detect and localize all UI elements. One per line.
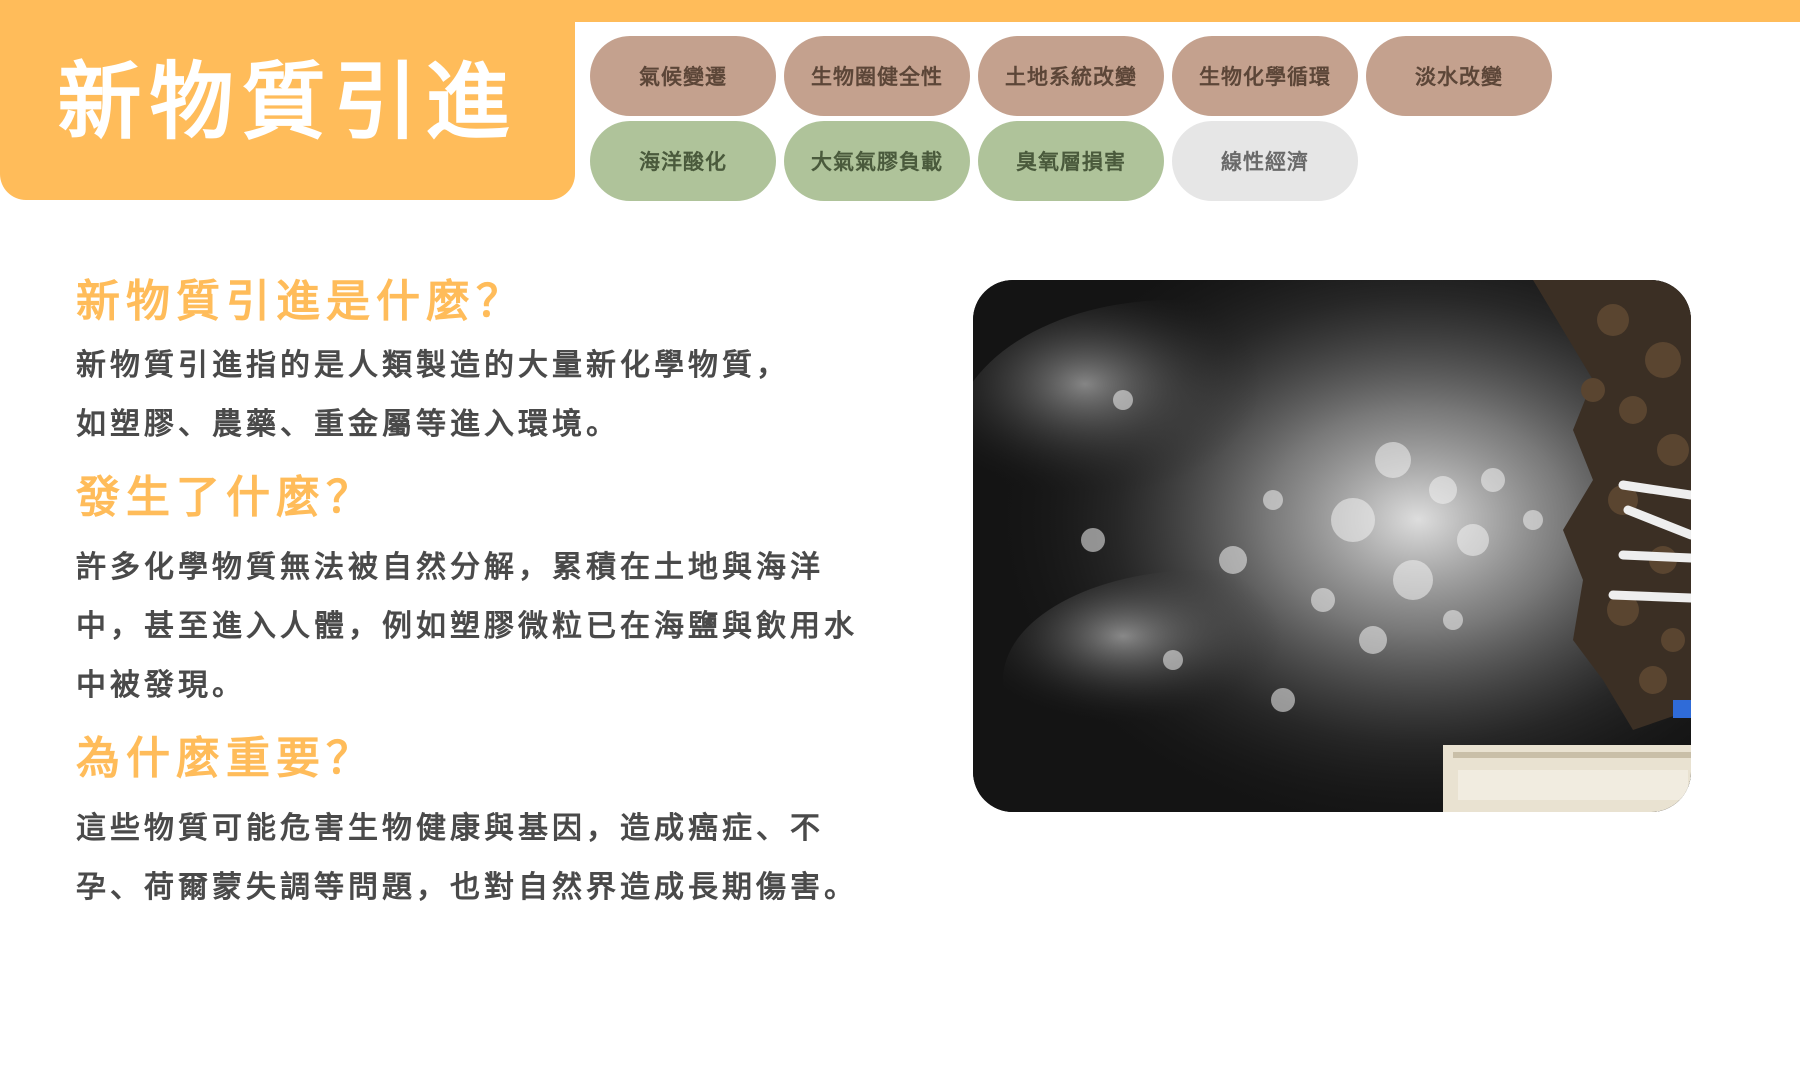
body-line: 許多化學物質無法被自然分解，累積在土地與海洋 [76, 550, 824, 585]
section-body-what: 新物質引進指的是人類製造的大量新化學物質， 如塑膠、農藥、重金屬等進入環境。 [76, 336, 966, 454]
slide: 新物質引進 氣候變遷 生物圈健全性 土地系統改變 生物化學循環 淡水改變 海洋酸… [0, 0, 1800, 1080]
body-line: 如塑膠、農藥、重金屬等進入環境。 [76, 407, 620, 442]
section-heading-why: 為什麼重要？ [76, 733, 376, 784]
topic-tag-linear-economy[interactable]: 線性經濟 [1172, 121, 1358, 201]
topic-tag-land-system-change[interactable]: 土地系統改變 [978, 36, 1164, 116]
body-line: 孕、荷爾蒙失調等問題，也對自然界造成長期傷害。 [76, 870, 858, 905]
topic-tag-climate-change[interactable]: 氣候變遷 [590, 36, 776, 116]
topic-nav-row-2: 海洋酸化 大氣氣膠負載 臭氧層損害 線性經濟 [590, 121, 1358, 201]
section-heading-what: 新物質引進是什麼？ [76, 276, 526, 327]
section-heading-happened: 發生了什麼？ [76, 472, 376, 523]
body-line: 這些物質可能危害生物健康與基因，造成癌症、不 [76, 811, 824, 846]
topic-tag-biosphere-integrity[interactable]: 生物圈健全性 [784, 36, 970, 116]
topic-tag-biogeochemical-flows[interactable]: 生物化學循環 [1172, 36, 1358, 116]
topic-tag-ocean-acidification[interactable]: 海洋酸化 [590, 121, 776, 201]
section-body-happened: 許多化學物質無法被自然分解，累積在土地與海洋 中，甚至進入人體，例如塑膠微粒已在… [76, 538, 966, 715]
body-line: 中，甚至進入人體，例如塑膠微粒已在海鹽與飲用水 [76, 609, 858, 644]
section-body-why: 這些物質可能危害生物健康與基因，造成癌症、不 孕、荷爾蒙失調等問題，也對自然界造… [76, 799, 966, 917]
page-title: 新物質引進 [57, 53, 518, 151]
wastewater-outfall-photo [973, 280, 1691, 812]
title-banner: 新物質引進 [0, 0, 575, 200]
topic-tag-freshwater-change[interactable]: 淡水改變 [1366, 36, 1552, 116]
content-column: 新物質引進是什麼？ 新物質引進指的是人類製造的大量新化學物質， 如塑膠、農藥、重… [76, 272, 966, 917]
topic-tag-ozone-depletion[interactable]: 臭氧層損害 [978, 121, 1164, 201]
topic-tag-aerosol-loading[interactable]: 大氣氣膠負載 [784, 121, 970, 201]
body-line: 中被發現。 [76, 668, 246, 703]
body-line: 新物質引進指的是人類製造的大量新化學物質， [76, 348, 790, 383]
topic-nav-row-1: 氣候變遷 生物圈健全性 土地系統改變 生物化學循環 淡水改變 [590, 36, 1552, 116]
